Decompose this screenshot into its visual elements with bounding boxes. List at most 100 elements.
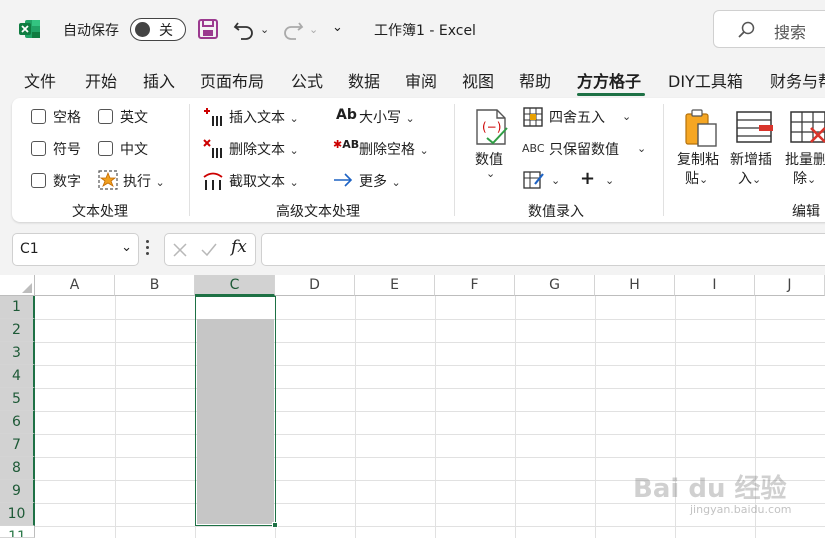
number-icon: (−) bbox=[476, 109, 508, 145]
column-header-j[interactable]: J bbox=[755, 275, 825, 296]
delete-space-icon: ✱AB bbox=[333, 138, 360, 151]
tab-home[interactable]: 开始 bbox=[85, 68, 117, 92]
tab-formulas[interactable]: 公式 bbox=[291, 68, 323, 92]
chevron-down-icon: ⌄ bbox=[155, 176, 165, 189]
row-header-3[interactable]: 3 bbox=[0, 342, 35, 365]
tab-file[interactable]: 文件 bbox=[24, 68, 56, 92]
execute-button[interactable]: 执行 ⌄ bbox=[123, 171, 165, 191]
row-header-5[interactable]: 5 bbox=[0, 388, 35, 411]
enter-icon[interactable] bbox=[200, 242, 218, 258]
autosave-toggle[interactable]: 关 bbox=[130, 18, 186, 41]
column-header-e[interactable]: E bbox=[355, 275, 435, 296]
select-all-corner[interactable] bbox=[0, 275, 35, 296]
row-header-1[interactable]: 1 bbox=[0, 296, 35, 319]
redo-icon[interactable] bbox=[281, 17, 305, 41]
chevron-down-icon: ⌄ bbox=[752, 173, 762, 186]
column-header-c[interactable]: C bbox=[195, 275, 275, 296]
extract-text-button[interactable]: 截取文本 ⌄ bbox=[229, 171, 299, 191]
gridline bbox=[515, 296, 516, 538]
search-placeholder: 搜索 bbox=[774, 23, 807, 42]
add-icon[interactable]: + bbox=[580, 168, 595, 189]
batch-delete-button[interactable]: 批量删 bbox=[785, 149, 825, 169]
more-button[interactable]: 更多 ⌄ bbox=[359, 171, 401, 191]
autosave-state: 关 bbox=[159, 23, 173, 39]
undo-icon[interactable] bbox=[232, 17, 256, 41]
insert-button-line2[interactable]: 入⌄ bbox=[738, 168, 761, 188]
delete-text-button[interactable]: 删除文本 ⌄ bbox=[229, 139, 299, 159]
round-icon bbox=[523, 107, 543, 127]
tab-data[interactable]: 数据 bbox=[348, 68, 380, 92]
copy-paste-button[interactable]: 复制粘 bbox=[677, 149, 719, 169]
checkbox-english[interactable] bbox=[98, 109, 113, 124]
chevron-down-icon: ⌄ bbox=[289, 112, 299, 125]
tab-review[interactable]: 审阅 bbox=[405, 68, 437, 92]
column-header-i[interactable]: I bbox=[675, 275, 755, 296]
tab-view[interactable]: 视图 bbox=[462, 68, 494, 92]
round-button[interactable]: 四舍五入 bbox=[549, 107, 605, 127]
chevron-down-icon[interactable]: ⌄ bbox=[637, 142, 646, 155]
column-header-g[interactable]: G bbox=[515, 275, 595, 296]
more-options-icon[interactable] bbox=[146, 240, 150, 258]
insert-function-icon[interactable]: fx bbox=[231, 237, 247, 257]
copy-paste-icon bbox=[685, 109, 717, 147]
checkbox-number[interactable] bbox=[31, 173, 46, 188]
save-icon[interactable] bbox=[197, 18, 219, 40]
insert-text-button[interactable]: 插入文本 ⌄ bbox=[229, 107, 299, 127]
chevron-down-icon: ⌄ bbox=[121, 240, 132, 255]
insert-button[interactable]: 新增插 bbox=[730, 149, 772, 169]
row-header-9[interactable]: 9 bbox=[0, 480, 35, 503]
copy-paste-button-line2[interactable]: 贴⌄ bbox=[685, 168, 708, 188]
chevron-down-icon[interactable]: ⌄ bbox=[486, 167, 495, 180]
chevron-down-icon[interactable]: ⌄ bbox=[605, 174, 614, 187]
checkbox-symbol[interactable] bbox=[31, 141, 46, 156]
tab-insert[interactable]: 插入 bbox=[143, 68, 175, 92]
edit-grid-icon[interactable] bbox=[523, 170, 545, 190]
chevron-down-icon[interactable]: ⌄ bbox=[551, 174, 560, 187]
row-header-2[interactable]: 2 bbox=[0, 319, 35, 342]
search-box[interactable]: 搜索 bbox=[713, 10, 825, 48]
name-box[interactable]: C1 ⌄ bbox=[12, 233, 139, 266]
case-button[interactable]: 大小写 ⌄ bbox=[359, 107, 415, 127]
row-header-10[interactable]: 10 bbox=[0, 503, 35, 526]
tab-help[interactable]: 帮助 bbox=[519, 68, 551, 92]
column-header-b[interactable]: B bbox=[115, 275, 195, 296]
group-separator bbox=[663, 104, 664, 216]
column-header-h[interactable]: H bbox=[595, 275, 675, 296]
batch-delete-icon bbox=[790, 111, 825, 143]
column-header-a[interactable]: A bbox=[35, 275, 115, 296]
row-header-6[interactable]: 6 bbox=[0, 411, 35, 434]
checkbox-space[interactable] bbox=[31, 109, 46, 124]
tab-fangfang[interactable]: 方方格子 bbox=[577, 68, 641, 92]
fill-handle[interactable] bbox=[272, 522, 278, 528]
autosave-label: 自动保存 bbox=[63, 23, 119, 39]
batch-delete-button-line2[interactable]: 除⌄ bbox=[793, 168, 816, 188]
row-header-7[interactable]: 7 bbox=[0, 434, 35, 457]
undo-dropdown-icon[interactable]: ⌄ bbox=[260, 23, 269, 36]
keep-numbers-button[interactable]: 只保留数值 bbox=[549, 139, 619, 159]
checkbox-chinese-label: 中文 bbox=[120, 142, 148, 158]
corner-triangle-icon bbox=[22, 283, 32, 293]
number-button[interactable]: 数值 bbox=[475, 149, 503, 169]
column-header-d[interactable]: D bbox=[275, 275, 355, 296]
row-header-8[interactable]: 8 bbox=[0, 457, 35, 480]
row-header-4[interactable]: 4 bbox=[0, 365, 35, 388]
chevron-down-icon[interactable]: ⌄ bbox=[622, 110, 631, 123]
chevron-down-icon: ⌄ bbox=[289, 144, 299, 157]
tab-page-layout[interactable]: 页面布局 bbox=[200, 68, 264, 92]
column-header-f[interactable]: F bbox=[435, 275, 515, 296]
tab-diy-toolbox[interactable]: DIY工具箱 bbox=[668, 68, 743, 92]
row-header-11[interactable]: 11 bbox=[0, 526, 35, 538]
customize-toolbar-icon[interactable]: ⌄ bbox=[332, 20, 343, 35]
watermark-brand: Bai du 经验 bbox=[633, 474, 787, 504]
tab-finance[interactable]: 财务与帮 bbox=[770, 68, 825, 92]
formula-input[interactable] bbox=[261, 233, 825, 266]
gridline bbox=[115, 296, 116, 538]
copy-paste-label-2: 贴 bbox=[685, 171, 699, 187]
delete-space-button[interactable]: 删除空格 ⌄ bbox=[359, 139, 429, 159]
execute-icon bbox=[98, 170, 118, 190]
redo-dropdown-icon[interactable]: ⌄ bbox=[309, 23, 318, 36]
cancel-icon[interactable] bbox=[172, 242, 188, 258]
watermark-url: jingyan.baidu.com bbox=[690, 503, 792, 516]
delete-text-icon bbox=[203, 139, 222, 158]
checkbox-chinese[interactable] bbox=[98, 141, 113, 156]
